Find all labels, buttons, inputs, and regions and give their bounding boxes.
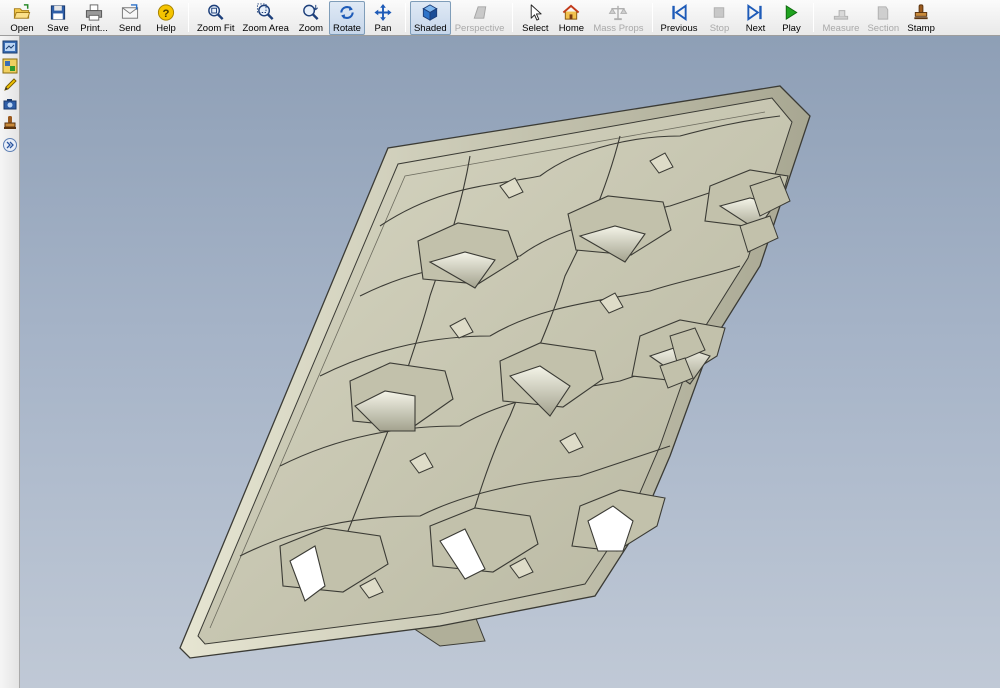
envelope-icon bbox=[121, 4, 139, 19]
stop-icon bbox=[714, 7, 725, 18]
model-tree-button[interactable] bbox=[2, 39, 18, 55]
send-label: Send bbox=[118, 23, 142, 34]
select-label: Select bbox=[522, 23, 549, 34]
next-button[interactable]: Next bbox=[737, 1, 773, 35]
toolbar-separator bbox=[651, 3, 653, 32]
expand-panel-button[interactable] bbox=[2, 137, 18, 153]
open-button[interactable]: Open bbox=[4, 1, 40, 35]
section-button[interactable]: Section bbox=[863, 1, 903, 35]
stamp-button[interactable]: Stamp bbox=[903, 1, 939, 35]
toolbar-separator bbox=[813, 3, 815, 32]
rotate-label: Rotate bbox=[332, 23, 361, 34]
configurations-button[interactable] bbox=[2, 58, 18, 74]
section-icon bbox=[878, 6, 889, 20]
markup-pencil-button[interactable] bbox=[2, 77, 18, 93]
rotate-icon bbox=[340, 5, 354, 20]
open-label: Open bbox=[10, 23, 34, 34]
toolbar-separator bbox=[404, 3, 406, 32]
zoom-fit-icon bbox=[207, 4, 224, 20]
configurations-icon bbox=[2, 58, 18, 74]
open-folder-icon bbox=[13, 4, 31, 19]
shaded-cube-icon bbox=[422, 4, 438, 21]
previous-button[interactable]: Previous bbox=[657, 1, 702, 35]
help-label: Help bbox=[156, 23, 176, 34]
perspective-button[interactable]: Perspective bbox=[451, 1, 509, 35]
next-label: Next bbox=[745, 23, 766, 34]
previous-label: Previous bbox=[660, 23, 698, 34]
stamp-tool-icon bbox=[4, 116, 16, 129]
stamp-tool-button[interactable] bbox=[2, 115, 18, 131]
pan-arrows-icon bbox=[374, 3, 392, 22]
zoom-label: Zoom bbox=[298, 23, 324, 34]
zoom-area-icon bbox=[256, 3, 274, 20]
stop-button[interactable]: Stop bbox=[701, 1, 737, 35]
stop-label: Stop bbox=[709, 23, 730, 34]
stamp-label: Stamp bbox=[907, 23, 935, 34]
left-toolbar bbox=[0, 36, 20, 688]
mass-props-button[interactable]: Mass Props bbox=[589, 1, 647, 35]
measure-button[interactable]: Measure bbox=[818, 1, 863, 35]
expand-chevrons-icon bbox=[3, 138, 17, 152]
next-icon bbox=[747, 4, 763, 21]
floppy-disk-icon bbox=[50, 5, 66, 20]
section-label: Section bbox=[867, 23, 900, 34]
mass-props-label: Mass Props bbox=[593, 23, 644, 34]
select-button[interactable]: Select bbox=[517, 1, 553, 35]
home-label: Home bbox=[558, 23, 585, 34]
toolbar-separator bbox=[512, 3, 514, 32]
help-button[interactable]: ? Help bbox=[148, 1, 184, 35]
main-toolbar: Open Save Print... Send ? Help Zoom Fit … bbox=[0, 0, 1000, 36]
shaded-button[interactable]: Shaded bbox=[409, 1, 451, 35]
printer-icon bbox=[85, 4, 103, 21]
model-tree-icon bbox=[2, 40, 18, 54]
measure-icon bbox=[833, 10, 849, 20]
shaded-label: Shaded bbox=[413, 23, 447, 34]
help-icon: ? bbox=[157, 4, 175, 21]
camera-view-icon bbox=[3, 99, 17, 110]
zoom-fit-label: Zoom Fit bbox=[197, 23, 235, 34]
measure-label: Measure bbox=[822, 23, 860, 34]
cursor-arrow-icon bbox=[531, 4, 543, 21]
zoom-area-button[interactable]: Zoom Area bbox=[238, 1, 292, 35]
camera-view-button[interactable] bbox=[2, 96, 18, 112]
home-button[interactable]: Home bbox=[553, 1, 589, 35]
play-label: Play bbox=[782, 23, 801, 34]
print-label: Print... bbox=[80, 23, 108, 34]
scale-balance-icon bbox=[609, 5, 628, 21]
print-button[interactable]: Print... bbox=[76, 1, 112, 35]
svg-text:?: ? bbox=[163, 8, 170, 20]
save-button[interactable]: Save bbox=[40, 1, 76, 35]
zoom-icon bbox=[303, 4, 319, 20]
toolbar-separator bbox=[188, 3, 189, 32]
pan-label: Pan bbox=[374, 23, 392, 34]
zoom-fit-button[interactable]: Zoom Fit bbox=[193, 1, 238, 35]
stamp-icon bbox=[914, 4, 928, 20]
perspective-label: Perspective bbox=[454, 23, 505, 34]
play-icon bbox=[786, 4, 799, 21]
save-label: Save bbox=[47, 23, 69, 34]
send-button[interactable]: Send bbox=[112, 1, 148, 35]
home-icon bbox=[563, 4, 580, 20]
zoom-area-label: Zoom Area bbox=[242, 23, 289, 34]
previous-icon bbox=[672, 4, 687, 21]
markup-pencil-icon bbox=[4, 78, 17, 91]
play-button[interactable]: Play bbox=[773, 1, 809, 35]
perspective-icon bbox=[473, 6, 486, 19]
egg-tray-model[interactable] bbox=[20, 36, 1000, 688]
pan-button[interactable]: Pan bbox=[365, 1, 401, 35]
rotate-button[interactable]: Rotate bbox=[328, 1, 365, 35]
zoom-button[interactable]: Zoom bbox=[293, 1, 329, 35]
3d-viewport[interactable] bbox=[20, 36, 1000, 688]
